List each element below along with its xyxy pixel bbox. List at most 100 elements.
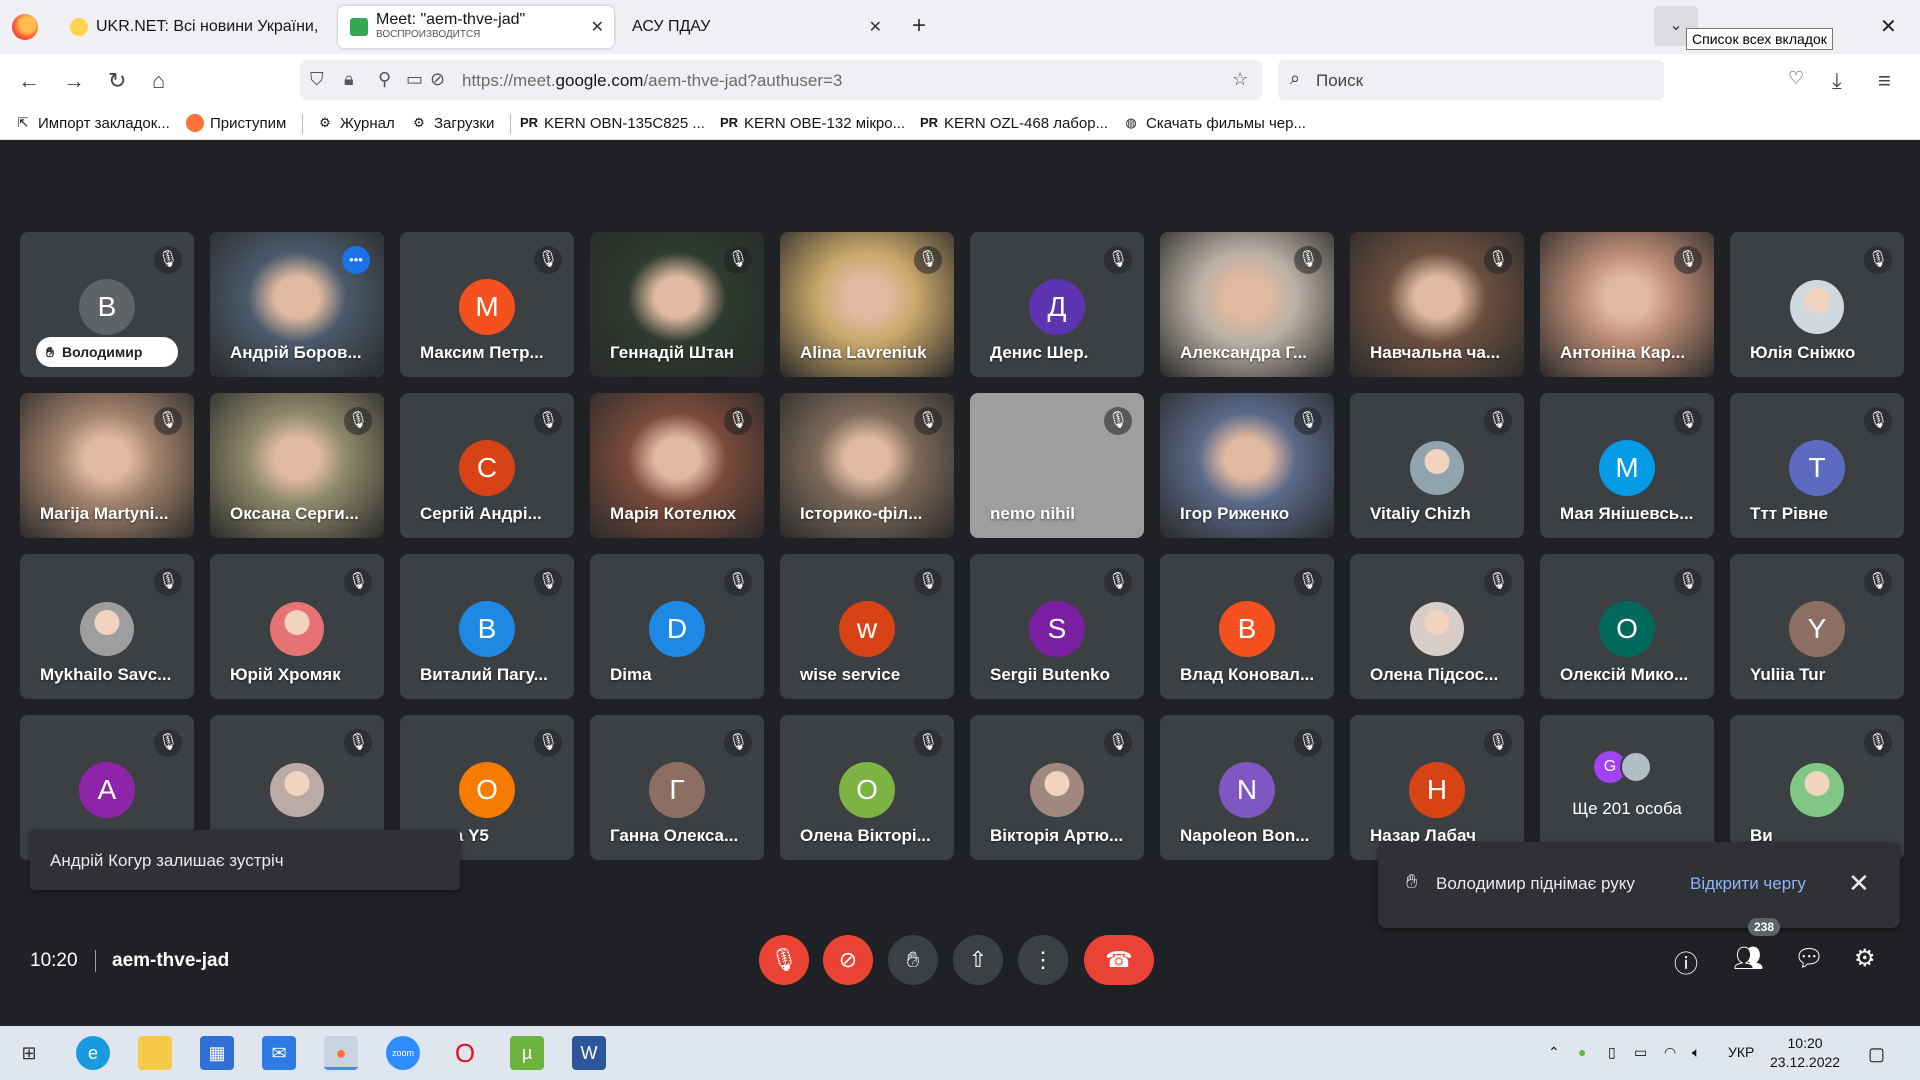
bookmark-item[interactable]: ⇱ Импорт закладок... [14,114,170,132]
close-notification-icon[interactable]: ✕ [1848,868,1870,899]
zoom-icon[interactable]: zoom [386,1036,420,1070]
notifications-icon[interactable]: ▢ [1868,1044,1885,1065]
open-queue-button[interactable]: Відкрити чергу [1690,874,1806,894]
new-tab-button[interactable]: + [912,12,926,40]
bookmark-item[interactable]: PR KERN OBE-132 мікро... [720,114,905,132]
home-icon[interactable]: ⌂ [152,68,165,94]
screen-share-icon[interactable]: ⊘ [430,69,445,90]
reload-icon[interactable]: ↻ [108,68,126,94]
firefox-taskbar-icon[interactable]: ● [324,1036,358,1070]
participant-tile[interactable]: В 🎙︎ Виталий Пагу... [400,554,574,699]
menu-icon[interactable]: ≡ [1878,68,1891,94]
file-explorer-icon[interactable] [138,1036,172,1070]
participant-tile[interactable]: В 🎙︎ Влад Коновал... [1160,554,1334,699]
wifi-icon[interactable]: ◠ [1664,1044,1676,1061]
participant-tile[interactable]: 🎙︎ Александра Г... [1160,232,1334,377]
activities-icon[interactable]: ⚙ [1854,944,1876,973]
participant-tile[interactable]: 🎙︎ Оксана Серги... [210,393,384,538]
participant-tile[interactable]: 🎙︎ Марія Котелюх [590,393,764,538]
participant-tile[interactable]: ••• Андрій Боров... [210,232,384,377]
participant-tile[interactable]: 🎙︎ Юрій Хромяк [210,554,384,699]
store-icon[interactable]: ▦ [200,1036,234,1070]
permissions-icon[interactable]: ⚲ [378,69,391,90]
participant-tile[interactable]: 🎙︎ Юлія Сніжко [1730,232,1904,377]
participant-tile[interactable]: Г 🎙︎ Ганна Олекса... [590,715,764,860]
participant-tile[interactable]: 🎙︎ Історико-філ... [780,393,954,538]
tray-expand-icon[interactable]: ⌃ [1548,1044,1560,1061]
participant-tile[interactable]: G Ще 201 особа [1540,715,1714,860]
leave-call-button[interactable]: ☎︎ [1084,935,1154,985]
close-window-icon[interactable]: ✕ [1880,14,1897,39]
mic-off-button[interactable]: 🎙︎ [759,935,809,985]
firefox-logo-icon[interactable] [12,14,38,40]
participant-tile[interactable]: N 🎙︎ Napoleon Bon... [1160,715,1334,860]
tray-device-icon[interactable]: ▯ [1608,1044,1616,1061]
participant-tile[interactable]: 🎙︎ Ігор Риженко [1160,393,1334,538]
more-options-button[interactable]: ⋮ [1018,935,1068,985]
bookmark-star-icon[interactable]: ☆ [1232,69,1248,90]
participant-tile[interactable]: М 🎙︎ Мая Янішевсь... [1540,393,1714,538]
participant-tile[interactable]: 🎙︎ Олена Підсос... [1350,554,1524,699]
participant-tile[interactable]: 🎙︎ Ви [1730,715,1904,860]
forward-arrow-icon[interactable]: → [63,68,85,94]
participant-tile[interactable]: Y 🎙︎ Yuliia Tur [1730,554,1904,699]
raise-hand-button[interactable]: ✋︎ [888,935,938,985]
close-tab-icon[interactable]: ✕ [869,17,882,37]
volume-icon[interactable]: 🔈︎ [1692,1044,1700,1061]
edge-icon[interactable]: e [76,1036,110,1070]
bookmark-item[interactable]: ⚙ Загрузки [410,114,494,132]
mail-icon[interactable]: ✉ [262,1036,296,1070]
info-icon[interactable]: ⓘ [1674,944,1698,979]
close-tab-icon[interactable]: ✕ [591,17,604,37]
participant-tile[interactable]: 🎙︎ nemo nihil [970,393,1144,538]
present-button[interactable]: ⇧ [953,935,1003,985]
participant-tile[interactable]: Д 🎙︎ Денис Шер. [970,232,1144,377]
participant-tile[interactable]: 🎙︎ Геннадій Штан [590,232,764,377]
participant-tile[interactable]: S 🎙︎ Sergii Butenko [970,554,1144,699]
participant-tile[interactable]: 🎙︎ Alina Lavreniuk [780,232,954,377]
participant-tile[interactable]: w 🎙︎ wise service [780,554,954,699]
bookmark-item[interactable]: PR KERN OBN-135C825 ... [520,114,705,132]
back-arrow-icon[interactable]: ← [18,68,40,94]
participant-tile[interactable]: С 🎙︎ Сергій Андрі... [400,393,574,538]
participant-tile[interactable]: 🎙︎ Vitaliy Chizh [1350,393,1524,538]
tab-ukrnet[interactable]: UKR.NET: Всі новини України, ✕ [58,6,368,48]
url-bar[interactable]: ⛉ 🔒︎ ⚲ ▭ ⊘ https://meet.google.com/aem-t… [300,60,1262,100]
participant-tile[interactable]: М 🎙︎ Максим Петр... [400,232,574,377]
tab-meet[interactable]: Meet: "aem-thve-jad" ВОСПРОИЗВОДИТСЯ ✕ [338,6,614,48]
battery-icon[interactable]: ▭ [1634,1044,1647,1061]
word-icon[interactable]: W [572,1036,606,1070]
utorrent-icon[interactable]: µ [510,1036,544,1070]
bookmark-item[interactable]: Приступим [186,114,286,132]
participant-tile[interactable]: В 🎙︎ ✋︎ Володимир [20,232,194,377]
bookmark-item[interactable]: ◍ Скачать фильмы чер... [1122,114,1306,132]
participant-tile[interactable]: Т 🎙︎ Ттт Рівне [1730,393,1904,538]
participant-tile[interactable]: 🎙︎ Антоніна Кар... [1540,232,1714,377]
participant-tile[interactable]: О 🎙︎ Олексій Мико... [1540,554,1714,699]
participant-tile[interactable]: 🎙︎ Навчальна ча... [1350,232,1524,377]
participant-tile[interactable]: 🎙︎ Mykhailo Savc... [20,554,194,699]
language-indicator[interactable]: УКР [1728,1044,1754,1060]
url-text[interactable]: https://meet.google.com/aem-thve-jad?aut… [462,71,842,91]
people-icon[interactable]: 👥︎ [1733,944,1763,973]
camera-icon[interactable]: ▭ [406,69,423,90]
tab-asu[interactable]: АСУ ПДАУ ✕ [620,6,892,48]
bookmark-item[interactable]: PR KERN OZL-468 лабор... [920,114,1108,132]
camera-off-button[interactable]: ⊘ [823,935,873,985]
participant-tile[interactable]: D 🎙︎ Dima [590,554,764,699]
bookmark-item[interactable]: ⚙ Журнал [316,114,395,132]
participant-tile[interactable]: О 🎙︎ Олена Вікторі... [780,715,954,860]
system-clock[interactable]: 10:20 23.12.2022 [1770,1034,1840,1072]
tray-app-icon[interactable]: ● [1578,1044,1586,1060]
chat-icon[interactable]: 💬︎ [1794,944,1824,973]
search-input[interactable]: ⌕ Поиск [1278,60,1664,100]
participant-tile[interactable]: 🎙︎ Marija Martyni... [20,393,194,538]
opera-icon[interactable]: O [448,1036,482,1070]
downloads-icon[interactable]: ⤓ [1832,68,1842,94]
windows-start-icon[interactable]: ⊞ [12,1036,46,1070]
lock-icon[interactable]: 🔒︎ [344,69,354,90]
participant-tile[interactable]: Н 🎙︎ Назар Лабач [1350,715,1524,860]
shield-icon[interactable]: ⛉ [310,69,324,90]
participant-tile[interactable]: 🎙︎ Вікторія Артю... [970,715,1144,860]
pocket-icon[interactable]: ♡ [1788,68,1804,89]
